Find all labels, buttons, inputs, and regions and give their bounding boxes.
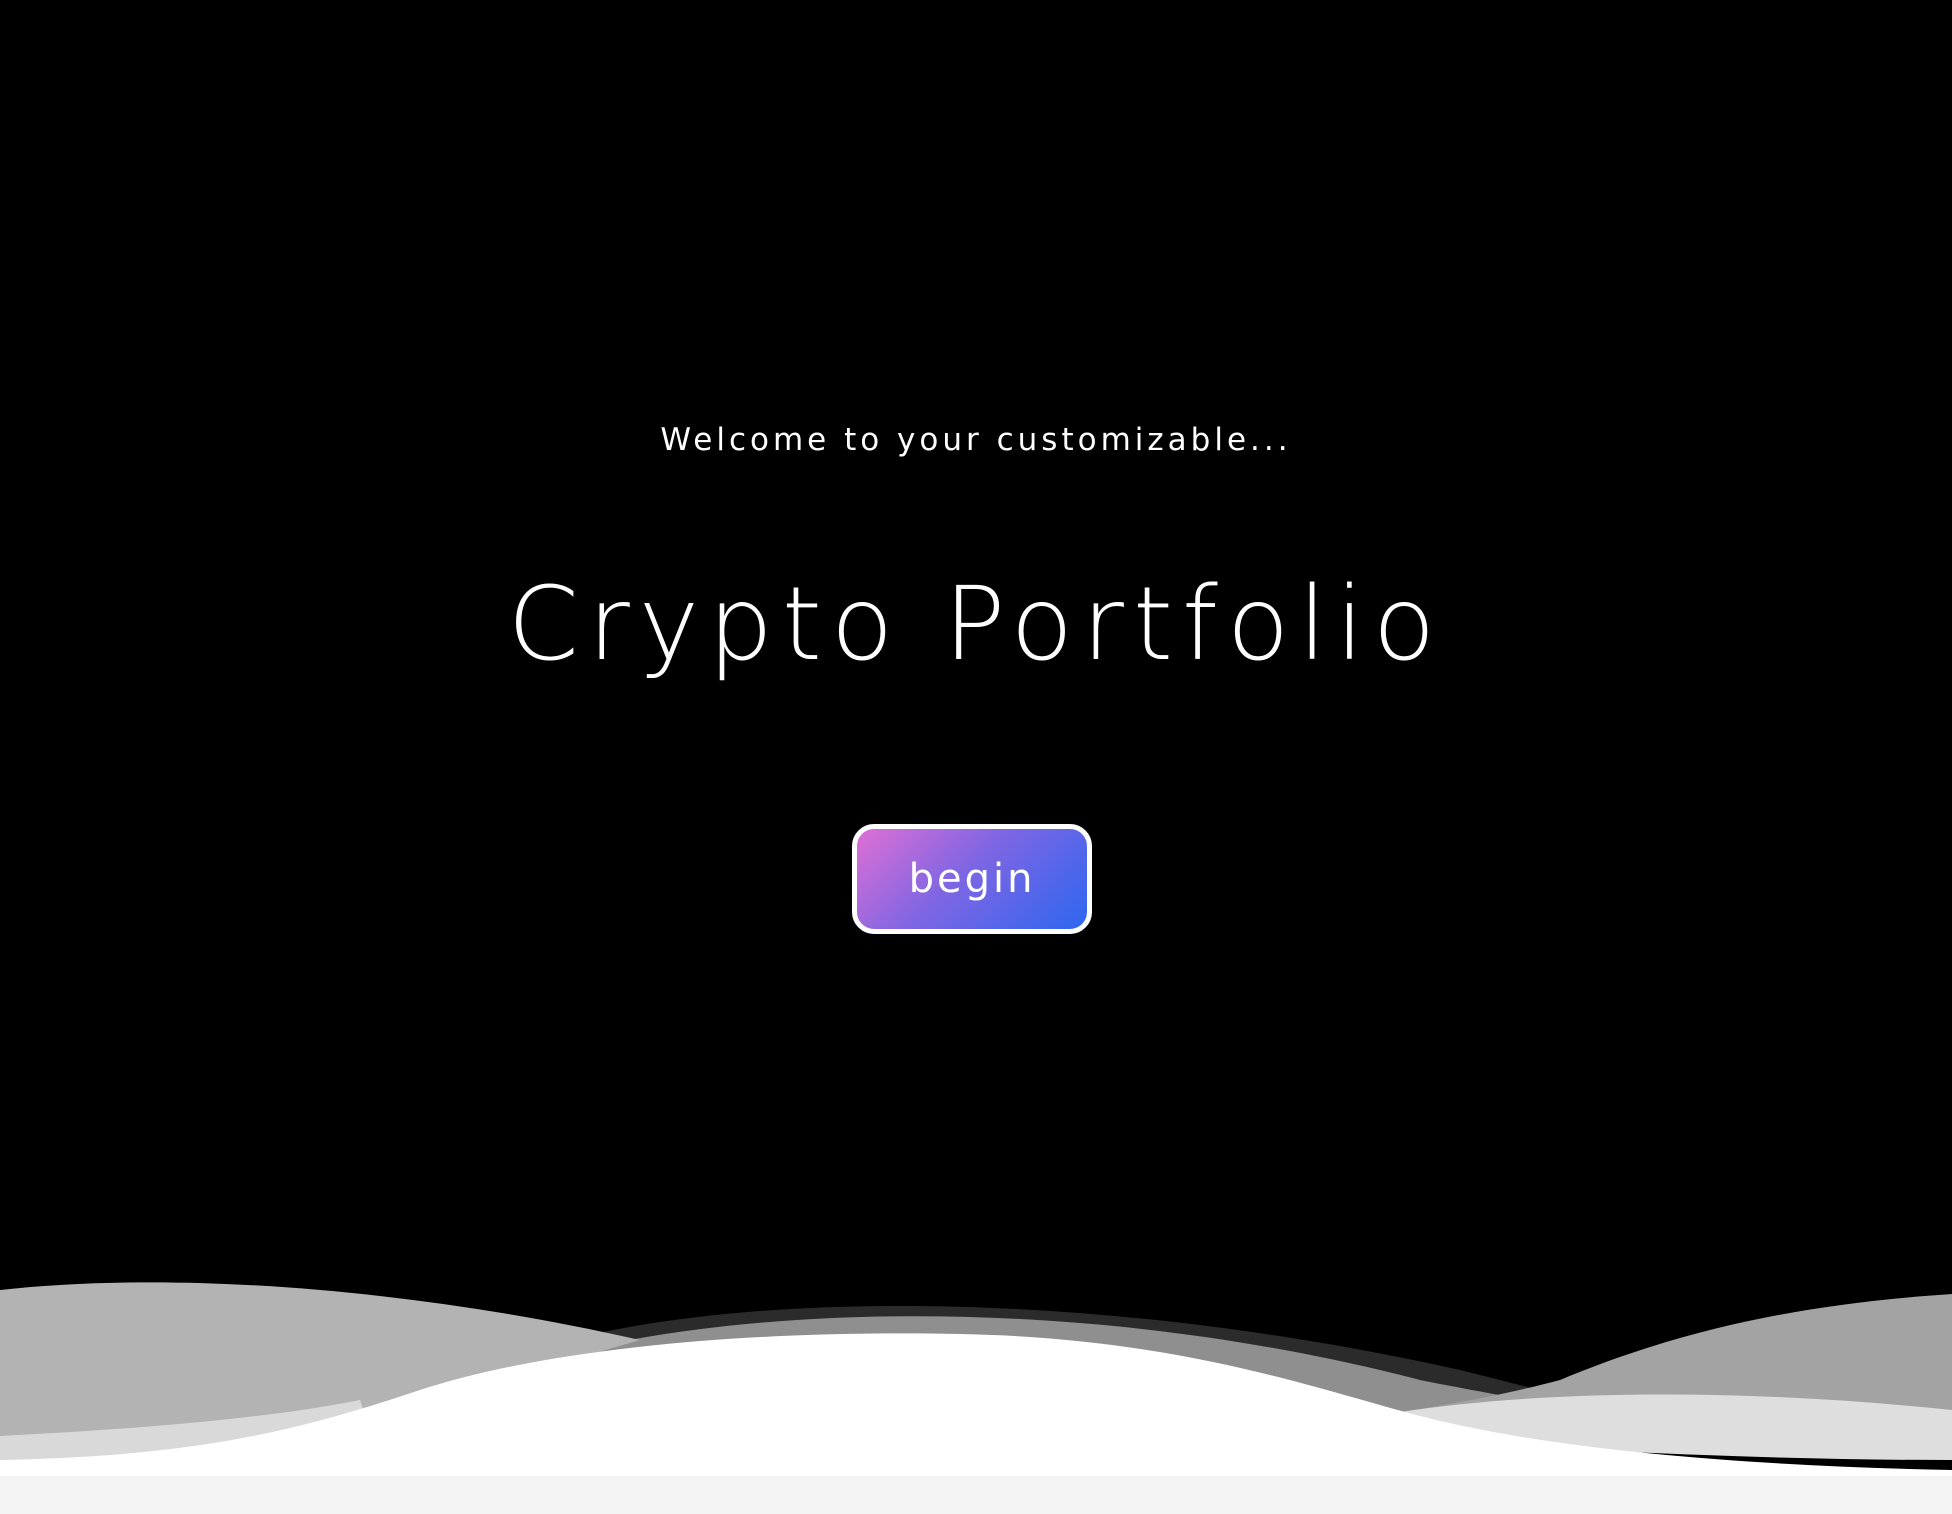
welcome-subtitle: Welcome to your customizable... bbox=[660, 422, 1292, 458]
page-title: Crypto Portfolio bbox=[507, 565, 1445, 684]
begin-button[interactable]: begin bbox=[852, 824, 1092, 934]
hero-section: Welcome to your customizable... Crypto P… bbox=[0, 0, 1952, 1514]
wave-floor bbox=[0, 1476, 1952, 1514]
decorative-waves bbox=[0, 1282, 1952, 1514]
